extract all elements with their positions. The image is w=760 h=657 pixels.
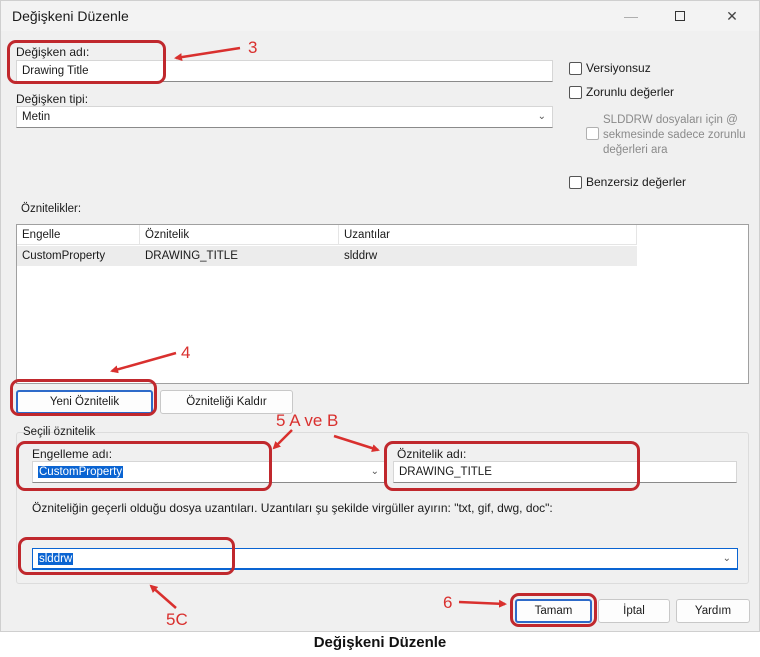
extensions-help-text: Özniteliğin geçerli olduğu dosya uzantıl… <box>32 501 553 515</box>
slddrw-note-line: değerleri ara <box>603 144 668 156</box>
annotation-label-5ab: 5 A ve B <box>276 411 339 430</box>
unique-values-checkbox[interactable]: Benzersiz değerler <box>569 175 686 189</box>
checkbox-box <box>569 176 582 189</box>
required-values-label: Zorunlu değerler <box>586 85 675 99</box>
annotation-box-extensions <box>18 537 235 575</box>
cell-attribute: DRAWING_TITLE <box>145 250 238 262</box>
unversioned-label: Versiyonsuz <box>586 61 651 75</box>
remove-attribute-button[interactable]: Özniteliği Kaldır <box>160 390 293 414</box>
minimize-button[interactable]: — <box>608 1 654 31</box>
close-button[interactable]: ✕ <box>709 1 755 31</box>
title-bar: Değişkeni Düzenle — ✕ <box>1 1 759 31</box>
help-button[interactable]: Yardım <box>676 599 750 623</box>
annotation-label-6: 6 <box>443 593 453 612</box>
window-title: Değişkeni Düzenle <box>12 8 129 24</box>
variable-type-value: Metin <box>22 111 51 123</box>
column-header-block[interactable]: Engelle <box>17 225 140 245</box>
attributes-label: Öznitelikler: <box>21 203 82 215</box>
maximize-button[interactable] <box>657 1 703 31</box>
slddrw-note-line: SLDDRW dosyaları için @ <box>603 114 738 126</box>
annotation-label-3: 3 <box>248 38 258 57</box>
cell-block: CustomProperty <box>22 250 106 262</box>
slddrw-note-line: sekmesinde sadece zorunlu <box>603 129 746 141</box>
minimize-icon: — <box>624 8 638 24</box>
checkbox-box <box>569 62 582 75</box>
checkbox-box <box>586 127 599 140</box>
chevron-down-icon: ⌄ <box>722 553 731 564</box>
cell-extensions: slddrw <box>344 250 378 262</box>
variable-type-label: Değişken tipi: <box>16 92 89 106</box>
annotation-box-block-name <box>16 441 272 491</box>
column-header-extensions[interactable]: Uzantılar <box>339 225 637 245</box>
annotation-box-ok <box>510 593 597 627</box>
unique-values-label: Benzersiz değerler <box>586 175 687 189</box>
figure-caption: Değişkeni Düzenle <box>313 634 447 651</box>
annotation-label-5c: 5C <box>166 610 188 629</box>
annotation-box-variable-name <box>7 40 166 84</box>
selected-attribute-label: Seçili öznitelik <box>23 426 96 438</box>
checkbox-box <box>569 86 582 99</box>
table-header: Engelle Öznitelik Uzantılar <box>17 225 637 245</box>
annotation-label-4: 4 <box>181 343 191 362</box>
table-row[interactable]: CustomProperty DRAWING_TITLE slddrw <box>17 246 637 266</box>
column-header-attribute[interactable]: Öznitelik <box>140 225 339 245</box>
cancel-button[interactable]: İptal <box>598 599 670 623</box>
annotation-box-new-attribute <box>10 379 157 416</box>
close-icon: ✕ <box>726 7 738 24</box>
variable-type-select[interactable]: Metin ⌄ <box>16 106 553 128</box>
maximize-icon <box>675 11 685 21</box>
unversioned-checkbox[interactable]: Versiyonsuz <box>569 61 651 75</box>
required-values-checkbox[interactable]: Zorunlu değerler <box>569 85 674 99</box>
annotation-box-attribute-name <box>384 441 640 491</box>
chevron-down-icon: ⌄ <box>370 466 379 477</box>
slddrw-required-checkbox[interactable]: SLDDRW dosyaları için @ sekmesinde sadec… <box>586 113 746 158</box>
attributes-table[interactable]: Engelle Öznitelik Uzantılar CustomProper… <box>16 224 749 384</box>
chevron-down-icon: ⌄ <box>537 111 546 122</box>
slddrw-note: SLDDRW dosyaları için @ sekmesinde sadec… <box>603 113 746 158</box>
